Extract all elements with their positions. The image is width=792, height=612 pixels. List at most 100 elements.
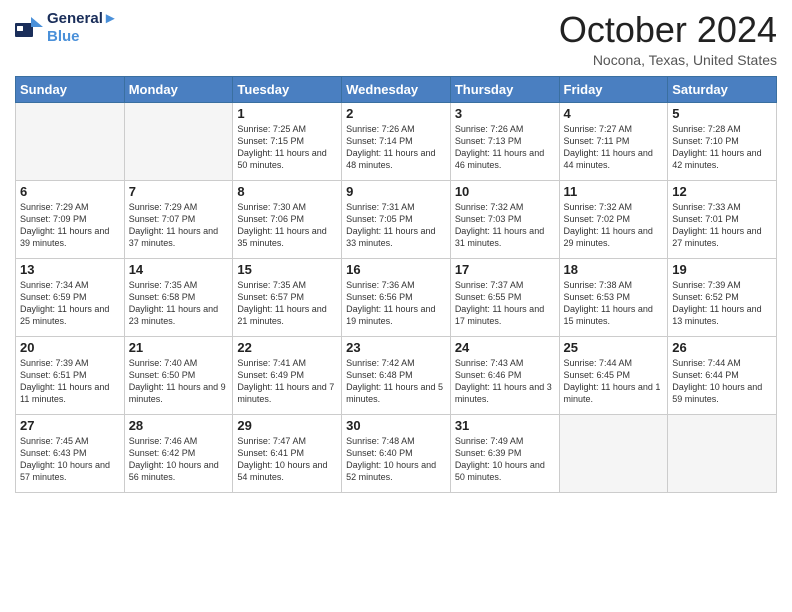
calendar-cell-w3-d5: 17Sunrise: 7:37 AMSunset: 6:55 PMDayligh…: [450, 258, 559, 336]
day-number: 31: [455, 418, 555, 433]
cell-content-line: Sunset: 7:05 PM: [346, 213, 446, 225]
cell-content-line: Daylight: 11 hours and 39 minutes.: [20, 225, 120, 249]
cell-content-line: Daylight: 11 hours and 11 minutes.: [20, 381, 120, 405]
cell-content-line: Sunrise: 7:43 AM: [455, 357, 555, 369]
cell-content-line: Sunset: 6:44 PM: [672, 369, 772, 381]
calendar-cell-w5-d3: 29Sunrise: 7:47 AMSunset: 6:41 PMDayligh…: [233, 414, 342, 492]
cell-content-line: Sunset: 7:13 PM: [455, 135, 555, 147]
cell-content-line: Sunrise: 7:31 AM: [346, 201, 446, 213]
calendar-cell-w1-d2: [124, 102, 233, 180]
cell-content-line: Daylight: 11 hours and 25 minutes.: [20, 303, 120, 327]
calendar-week-5: 27Sunrise: 7:45 AMSunset: 6:43 PMDayligh…: [16, 414, 777, 492]
calendar-cell-w3-d2: 14Sunrise: 7:35 AMSunset: 6:58 PMDayligh…: [124, 258, 233, 336]
cell-content-line: Sunrise: 7:33 AM: [672, 201, 772, 213]
cell-content-line: Sunrise: 7:41 AM: [237, 357, 337, 369]
cell-content-line: Sunrise: 7:38 AM: [564, 279, 664, 291]
cell-content-line: Sunrise: 7:28 AM: [672, 123, 772, 135]
cell-content-line: Sunrise: 7:37 AM: [455, 279, 555, 291]
subtitle: Nocona, Texas, United States: [559, 52, 777, 68]
cell-content-line: Sunrise: 7:36 AM: [346, 279, 446, 291]
calendar-cell-w4-d5: 24Sunrise: 7:43 AMSunset: 6:46 PMDayligh…: [450, 336, 559, 414]
cell-content-line: Sunrise: 7:29 AM: [20, 201, 120, 213]
calendar-cell-w2-d6: 11Sunrise: 7:32 AMSunset: 7:02 PMDayligh…: [559, 180, 668, 258]
calendar-cell-w4-d4: 23Sunrise: 7:42 AMSunset: 6:48 PMDayligh…: [342, 336, 451, 414]
day-number: 8: [237, 184, 337, 199]
cell-content-line: Sunset: 6:49 PM: [237, 369, 337, 381]
calendar-cell-w2-d5: 10Sunrise: 7:32 AMSunset: 7:03 PMDayligh…: [450, 180, 559, 258]
calendar-week-2: 6Sunrise: 7:29 AMSunset: 7:09 PMDaylight…: [16, 180, 777, 258]
calendar-cell-w1-d1: [16, 102, 125, 180]
cell-content-line: Sunrise: 7:44 AM: [672, 357, 772, 369]
col-sunday: Sunday: [16, 76, 125, 102]
day-number: 30: [346, 418, 446, 433]
day-number: 9: [346, 184, 446, 199]
day-number: 16: [346, 262, 446, 277]
col-monday: Monday: [124, 76, 233, 102]
calendar-week-3: 13Sunrise: 7:34 AMSunset: 6:59 PMDayligh…: [16, 258, 777, 336]
calendar-cell-w5-d4: 30Sunrise: 7:48 AMSunset: 6:40 PMDayligh…: [342, 414, 451, 492]
day-number: 29: [237, 418, 337, 433]
page: General► Blue October 2024 Nocona, Texas…: [0, 0, 792, 612]
cell-content-line: Sunset: 7:09 PM: [20, 213, 120, 225]
calendar-cell-w4-d7: 26Sunrise: 7:44 AMSunset: 6:44 PMDayligh…: [668, 336, 777, 414]
cell-content-line: Daylight: 11 hours and 17 minutes.: [455, 303, 555, 327]
cell-content-line: Daylight: 10 hours and 57 minutes.: [20, 459, 120, 483]
calendar-header-row: Sunday Monday Tuesday Wednesday Thursday…: [16, 76, 777, 102]
title-area: October 2024 Nocona, Texas, United State…: [559, 10, 777, 68]
calendar-body: 1Sunrise: 7:25 AMSunset: 7:15 PMDaylight…: [16, 102, 777, 492]
day-number: 2: [346, 106, 446, 121]
cell-content-line: Sunrise: 7:29 AM: [129, 201, 229, 213]
col-wednesday: Wednesday: [342, 76, 451, 102]
day-number: 21: [129, 340, 229, 355]
calendar-cell-w1-d7: 5Sunrise: 7:28 AMSunset: 7:10 PMDaylight…: [668, 102, 777, 180]
cell-content-line: Sunrise: 7:45 AM: [20, 435, 120, 447]
cell-content-line: Sunrise: 7:46 AM: [129, 435, 229, 447]
col-saturday: Saturday: [668, 76, 777, 102]
cell-content-line: Daylight: 11 hours and 44 minutes.: [564, 147, 664, 171]
cell-content-line: Sunset: 7:07 PM: [129, 213, 229, 225]
day-number: 19: [672, 262, 772, 277]
col-tuesday: Tuesday: [233, 76, 342, 102]
calendar-week-1: 1Sunrise: 7:25 AMSunset: 7:15 PMDaylight…: [16, 102, 777, 180]
cell-content-line: Sunset: 7:14 PM: [346, 135, 446, 147]
day-number: 13: [20, 262, 120, 277]
calendar-cell-w5-d7: [668, 414, 777, 492]
day-number: 18: [564, 262, 664, 277]
cell-content-line: Sunset: 7:01 PM: [672, 213, 772, 225]
calendar-cell-w3-d6: 18 Sunrise: 7:38 AMSunset: 6:53 PMDayligh…: [559, 258, 668, 336]
cell-content-line: Sunset: 7:06 PM: [237, 213, 337, 225]
calendar-cell-w2-d4: 9 Sunrise: 7:31 AMSunset: 7:05 PMDaylight…: [342, 180, 451, 258]
cell-content-line: Sunrise: 7:34 AM: [20, 279, 120, 291]
calendar-cell-w2-d1: 6Sunrise: 7:29 AMSunset: 7:09 PMDaylight…: [16, 180, 125, 258]
calendar-table: Sunday Monday Tuesday Wednesday Thursday…: [15, 76, 777, 493]
cell-content-line: Sunrise: 7:26 AM: [455, 123, 555, 135]
calendar-cell-w4-d6: 25Sunrise: 7:44 AMSunset: 6:45 PMDayligh…: [559, 336, 668, 414]
logo-icon: [15, 17, 43, 39]
cell-content-line: Daylight: 11 hours and 42 minutes.: [672, 147, 772, 171]
calendar-cell-w3-d7: 19Sunrise: 7:39 AMSunset: 6:52 PMDayligh…: [668, 258, 777, 336]
day-number: 20: [20, 340, 120, 355]
cell-content-line: Sunset: 6:48 PM: [346, 369, 446, 381]
cell-content-line: Daylight: 11 hours and 15 minutes.: [564, 303, 664, 327]
cell-content-line: Daylight: 10 hours and 50 minutes.: [455, 459, 555, 483]
day-number: 24: [455, 340, 555, 355]
cell-content-line: Daylight: 11 hours and 35 minutes.: [237, 225, 337, 249]
month-title: October 2024: [559, 10, 777, 50]
day-number: 3: [455, 106, 555, 121]
day-number: 17: [455, 262, 555, 277]
day-number: 14: [129, 262, 229, 277]
cell-content-line: Daylight: 11 hours and 50 minutes.: [237, 147, 337, 171]
cell-content-line: Daylight: 10 hours and 56 minutes.: [129, 459, 229, 483]
calendar-week-4: 20Sunrise: 7:39 AMSunset: 6:51 PMDayligh…: [16, 336, 777, 414]
cell-content-line: Sunset: 6:52 PM: [672, 291, 772, 303]
cell-content-line: Sunset: 7:11 PM: [564, 135, 664, 147]
cell-content-line: Daylight: 11 hours and 37 minutes.: [129, 225, 229, 249]
cell-content-line: Daylight: 11 hours and 33 minutes.: [346, 225, 446, 249]
day-number: 12: [672, 184, 772, 199]
day-number: 11: [564, 184, 664, 199]
day-number: 7: [129, 184, 229, 199]
cell-content-line: Sunset: 6:40 PM: [346, 447, 446, 459]
cell-content-line: Sunset: 6:53 PM: [564, 291, 664, 303]
calendar-cell-w1-d4: 2Sunrise: 7:26 AMSunset: 7:14 PMDaylight…: [342, 102, 451, 180]
header: General► Blue October 2024 Nocona, Texas…: [15, 10, 777, 68]
